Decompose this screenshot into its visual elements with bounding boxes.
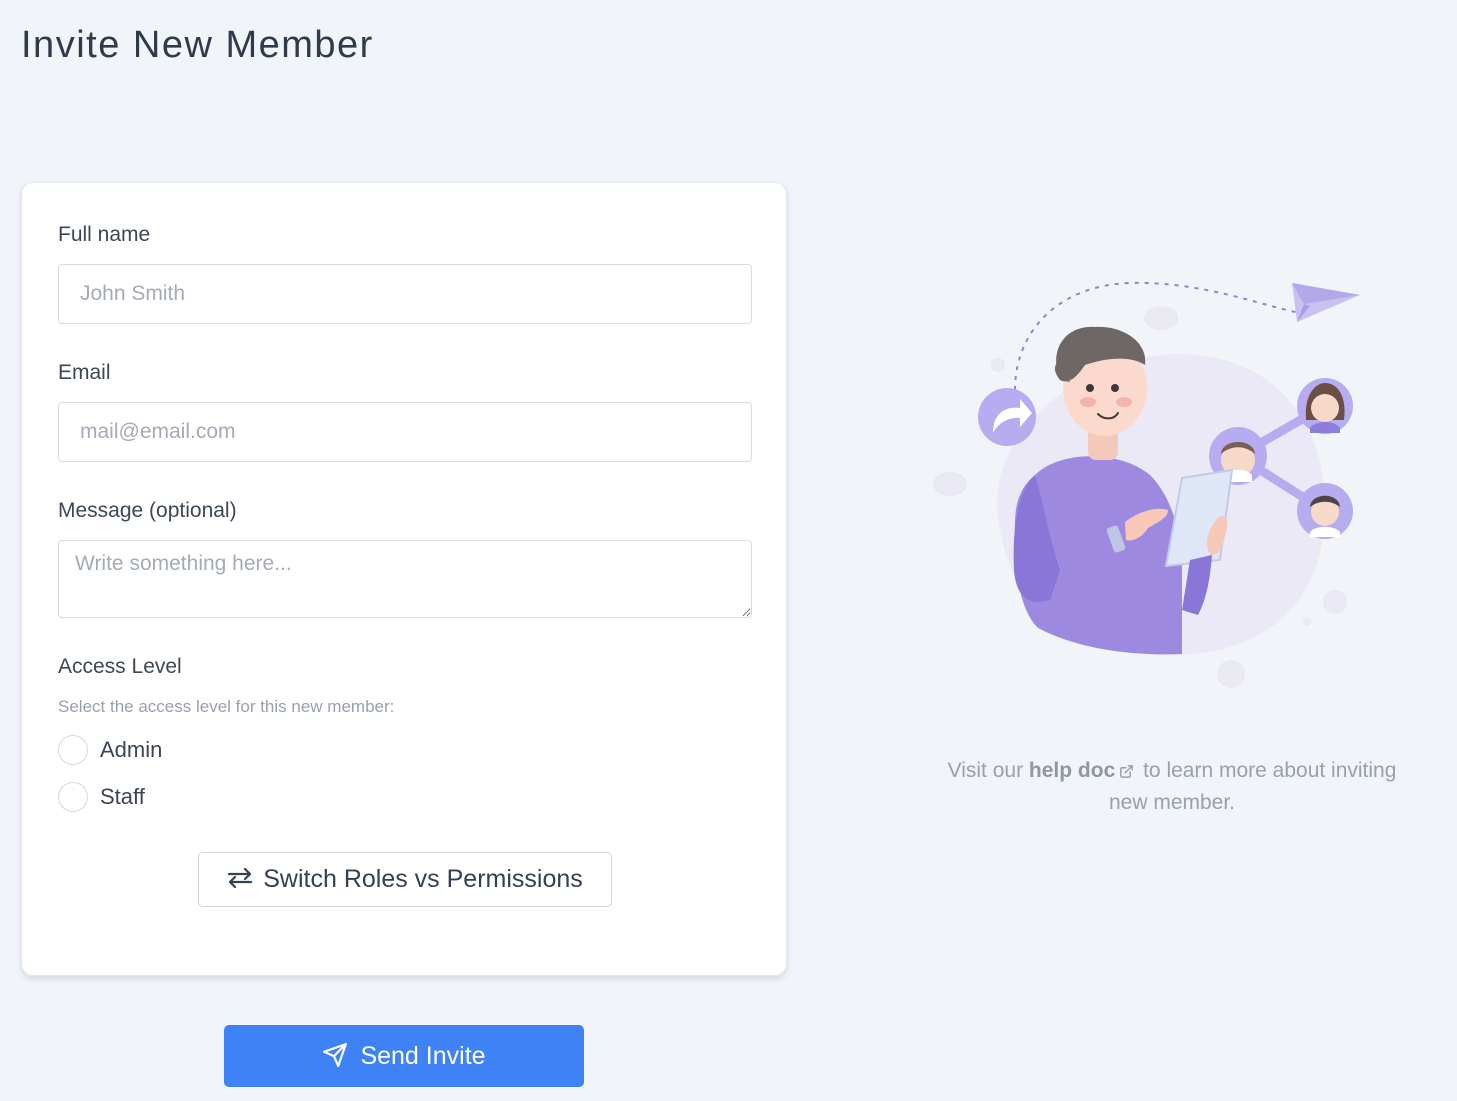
access-level-hint: Select the access level for this new mem…: [58, 697, 395, 716]
switch-button-label: Switch Roles vs Permissions: [263, 865, 583, 893]
send-invite-label: Send Invite: [360, 1041, 486, 1070]
send-invite-button[interactable]: Send Invite: [224, 1025, 584, 1087]
radio-circle-staff[interactable]: [58, 782, 88, 812]
email-label: Email: [58, 361, 111, 384]
radio-staff[interactable]: Staff: [58, 781, 145, 813]
radio-label-admin: Admin: [100, 737, 163, 762]
full-name-input[interactable]: [58, 264, 752, 324]
arrows-exchange-icon: [227, 867, 253, 892]
help-doc-link[interactable]: help doc: [1029, 759, 1137, 782]
invite-member-page: Invite New Member Full name Email Messag…: [0, 0, 1457, 1101]
help-text-suffix: to learn more about inviting new member.: [1108, 759, 1397, 814]
full-name-label: Full name: [58, 223, 151, 246]
message-textarea[interactable]: [58, 540, 752, 618]
radio-label-staff: Staff: [100, 784, 145, 809]
radio-admin[interactable]: Admin: [58, 734, 162, 766]
help-doc-link-label: help doc: [1028, 759, 1116, 782]
help-text-prefix: Visit our: [947, 759, 1024, 782]
invite-form-card: Full name Email Message (optional) Acces…: [21, 182, 787, 976]
invite-illustration: [920, 270, 1380, 700]
paper-plane-icon: [322, 1042, 348, 1071]
email-input[interactable]: [58, 402, 752, 462]
message-label: Message (optional): [58, 499, 237, 522]
access-level-label: Access Level: [58, 655, 182, 678]
help-text: Visit our help doc to learn more about i…: [940, 756, 1404, 818]
page-title: Invite New Member: [21, 24, 374, 66]
switch-roles-permissions-button[interactable]: Switch Roles vs Permissions: [198, 852, 612, 907]
external-link-icon: [1119, 758, 1134, 788]
radio-circle-admin[interactable]: [58, 735, 88, 765]
